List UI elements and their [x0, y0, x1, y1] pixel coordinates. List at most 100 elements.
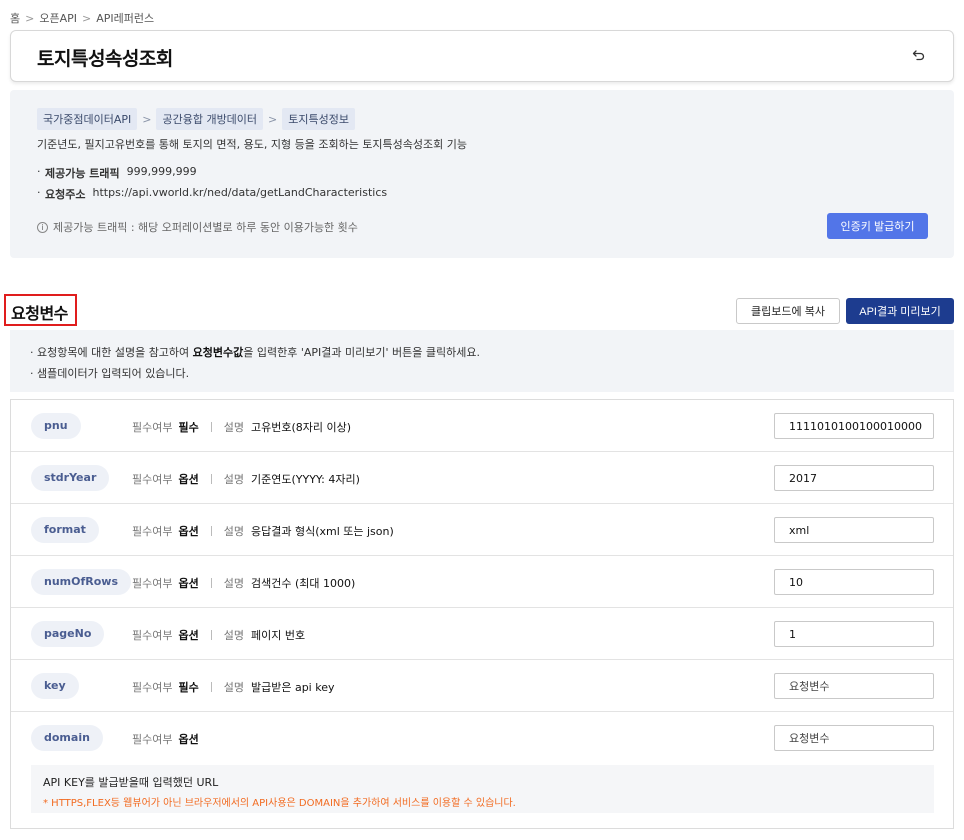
required-label: 필수여부 — [132, 473, 173, 486]
required-value: 옵션 — [178, 473, 199, 486]
tag-spatial-open-data[interactable]: 공간융합 개방데이터 — [156, 108, 264, 130]
guide-bold-text: 요청변수값 — [192, 346, 244, 359]
desc-label: 설명 — [223, 681, 244, 694]
tag-land-characteristics[interactable]: 토지특성정보 — [282, 108, 355, 130]
bullet: · — [37, 165, 41, 178]
traffic-label: 제공가능 트래픽 — [45, 167, 120, 180]
param-meta: 필수여부 옵션 설명 기준연도(YYYY: 4자리) — [132, 471, 360, 487]
guide-text: 을 입력한후 'API결과 미리보기' 버튼을 클릭하세요. — [243, 346, 480, 359]
required-label: 필수여부 — [132, 629, 173, 642]
desc-value: 기준연도(YYYY: 4자리) — [250, 473, 360, 486]
required-value: 필수 — [178, 681, 199, 694]
api-description: 기준년도, 필지고유번호를 통해 토지의 면적, 용도, 지형 등을 조회하는 … — [37, 138, 468, 151]
stdryear-input[interactable] — [774, 465, 934, 491]
param-row-numofrows: numOfRows 필수여부 옵션 설명 검색건수 (최대 1000) — [11, 556, 953, 608]
required-value: 필수 — [178, 421, 199, 434]
divider — [210, 422, 212, 432]
desc-label: 설명 — [223, 473, 244, 486]
desc-value: 페이지 번호 — [250, 629, 306, 642]
issue-auth-key-button[interactable]: 인증키 발급하기 — [827, 213, 928, 239]
param-meta: 필수여부 필수 설명 발급받은 api key — [132, 679, 335, 695]
param-meta: 필수여부 옵션 — [132, 731, 199, 747]
required-value: 옵션 — [178, 577, 199, 590]
info-circle-icon: i — [37, 221, 48, 233]
param-row-domain: domain 필수여부 옵션 API KEY를 발급받을때 입력했던 URL *… — [11, 712, 953, 826]
traffic-line: · 제공가능 트래픽 999,999,999 — [37, 165, 197, 181]
desc-value: 응답결과 형식(xml 또는 json) — [250, 525, 394, 538]
desc-label: 설명 — [223, 525, 244, 538]
breadcrumb-separator: > — [25, 11, 35, 25]
desc-label: 설명 — [223, 629, 244, 642]
chevron-right-icon: > — [142, 112, 152, 126]
param-name: key — [31, 673, 79, 699]
param-row-format: format 필수여부 옵션 설명 응답결과 형식(xml 또는 json) — [11, 504, 953, 556]
domain-note-text: API KEY를 발급받을때 입력했던 URL — [43, 776, 219, 789]
desc-label: 설명 — [223, 421, 244, 434]
section-title-request-params: 요청변수 — [4, 294, 77, 326]
required-value: 옵션 — [178, 525, 199, 538]
required-label: 필수여부 — [132, 733, 173, 746]
breadcrumb-item-api-reference[interactable]: API레퍼런스 — [96, 10, 154, 26]
key-input[interactable] — [774, 673, 934, 699]
numofrows-input[interactable] — [774, 569, 934, 595]
param-name: format — [31, 517, 99, 543]
param-name: pageNo — [31, 621, 105, 647]
page-title: 토지특성속성조회 — [37, 48, 173, 70]
guide-text: 샘플데이터가 입력되어 있습니다. — [37, 367, 190, 380]
param-name: numOfRows — [31, 569, 131, 595]
pageno-input[interactable] — [774, 621, 934, 647]
domain-note-warning: * HTTPS,FLEX등 웹뷰어가 아닌 브라우저에서의 API사용은 DOM… — [43, 798, 516, 809]
bullet: · — [37, 186, 41, 199]
divider — [210, 630, 212, 640]
divider — [210, 578, 212, 588]
breadcrumb-separator: > — [82, 11, 92, 25]
param-meta: 필수여부 필수 설명 고유번호(8자리 이상) — [132, 419, 351, 435]
copy-to-clipboard-button[interactable]: 클립보드에 복사 — [736, 298, 840, 324]
breadcrumb-item-openapi[interactable]: 오픈API — [39, 10, 77, 26]
desc-label: 설명 — [223, 577, 244, 590]
divider — [210, 474, 212, 484]
return-arrow-icon[interactable] — [911, 47, 927, 63]
desc-value: 고유번호(8자리 이상) — [250, 421, 352, 434]
param-meta: 필수여부 옵션 설명 페이지 번호 — [132, 627, 305, 643]
domain-note: API KEY를 발급받을때 입력했던 URL * HTTPS,FLEX등 웹뷰… — [31, 765, 934, 813]
param-row-pageno: pageNo 필수여부 옵션 설명 페이지 번호 — [11, 608, 953, 660]
request-url-label: 요청주소 — [45, 188, 86, 201]
title-card: 토지특성속성조회 — [10, 30, 954, 82]
request-url-line: · 요청주소 https://api.vworld.kr/ned/data/ge… — [37, 186, 387, 202]
param-name: pnu — [31, 413, 81, 439]
required-label: 필수여부 — [132, 681, 173, 694]
api-info-panel: 국가중점데이터API > 공간융합 개방데이터 > 토지특성정보 기준년도, 필… — [10, 90, 954, 258]
param-row-key: key 필수여부 필수 설명 발급받은 api key — [11, 660, 953, 712]
divider — [210, 682, 212, 692]
request-guide: · 요청항목에 대한 설명을 참고하여 요청변수값을 입력한후 'API결과 미… — [10, 330, 954, 392]
desc-value: 검색건수 (최대 1000) — [250, 577, 356, 590]
required-value: 옵션 — [178, 733, 199, 746]
domain-input[interactable] — [774, 725, 934, 751]
divider — [210, 526, 212, 536]
required-label: 필수여부 — [132, 525, 173, 538]
param-name: domain — [31, 725, 103, 751]
category-tags: 국가중점데이터API > 공간융합 개방데이터 > 토지특성정보 — [37, 108, 355, 130]
format-input[interactable] — [774, 517, 934, 543]
breadcrumb: 홈 > 오픈API > API레퍼런스 — [10, 10, 154, 26]
api-result-preview-button[interactable]: API결과 미리보기 — [846, 298, 954, 324]
param-name: stdrYear — [31, 465, 110, 491]
breadcrumb-item-home[interactable]: 홈 — [10, 10, 20, 26]
param-row-stdryear: stdrYear 필수여부 옵션 설명 기준연도(YYYY: 4자리) — [11, 452, 953, 504]
guide-line-1: · 요청항목에 대한 설명을 참고하여 요청변수값을 입력한후 'API결과 미… — [30, 346, 480, 359]
tag-national-data-api[interactable]: 국가중점데이터API — [37, 108, 138, 130]
required-label: 필수여부 — [132, 577, 173, 590]
traffic-notice: i 제공가능 트래픽 : 해당 오퍼레이션별로 하루 동안 이용가능한 횟수 — [37, 219, 358, 235]
request-url-value: https://api.vworld.kr/ned/data/getLandCh… — [92, 186, 388, 199]
desc-value: 발급받은 api key — [250, 681, 335, 694]
pnu-input[interactable] — [774, 413, 934, 439]
traffic-value: 999,999,999 — [126, 165, 197, 178]
required-label: 필수여부 — [132, 421, 173, 434]
chevron-right-icon: > — [268, 112, 278, 126]
param-meta: 필수여부 옵션 설명 응답결과 형식(xml 또는 json) — [132, 523, 394, 539]
param-row-pnu: pnu 필수여부 필수 설명 고유번호(8자리 이상) — [11, 400, 953, 452]
param-meta: 필수여부 옵션 설명 검색건수 (최대 1000) — [132, 575, 355, 591]
traffic-notice-text: 제공가능 트래픽 : 해당 오퍼레이션별로 하루 동안 이용가능한 횟수 — [53, 221, 358, 234]
guide-text: 요청항목에 대한 설명을 참고하여 — [37, 346, 193, 359]
